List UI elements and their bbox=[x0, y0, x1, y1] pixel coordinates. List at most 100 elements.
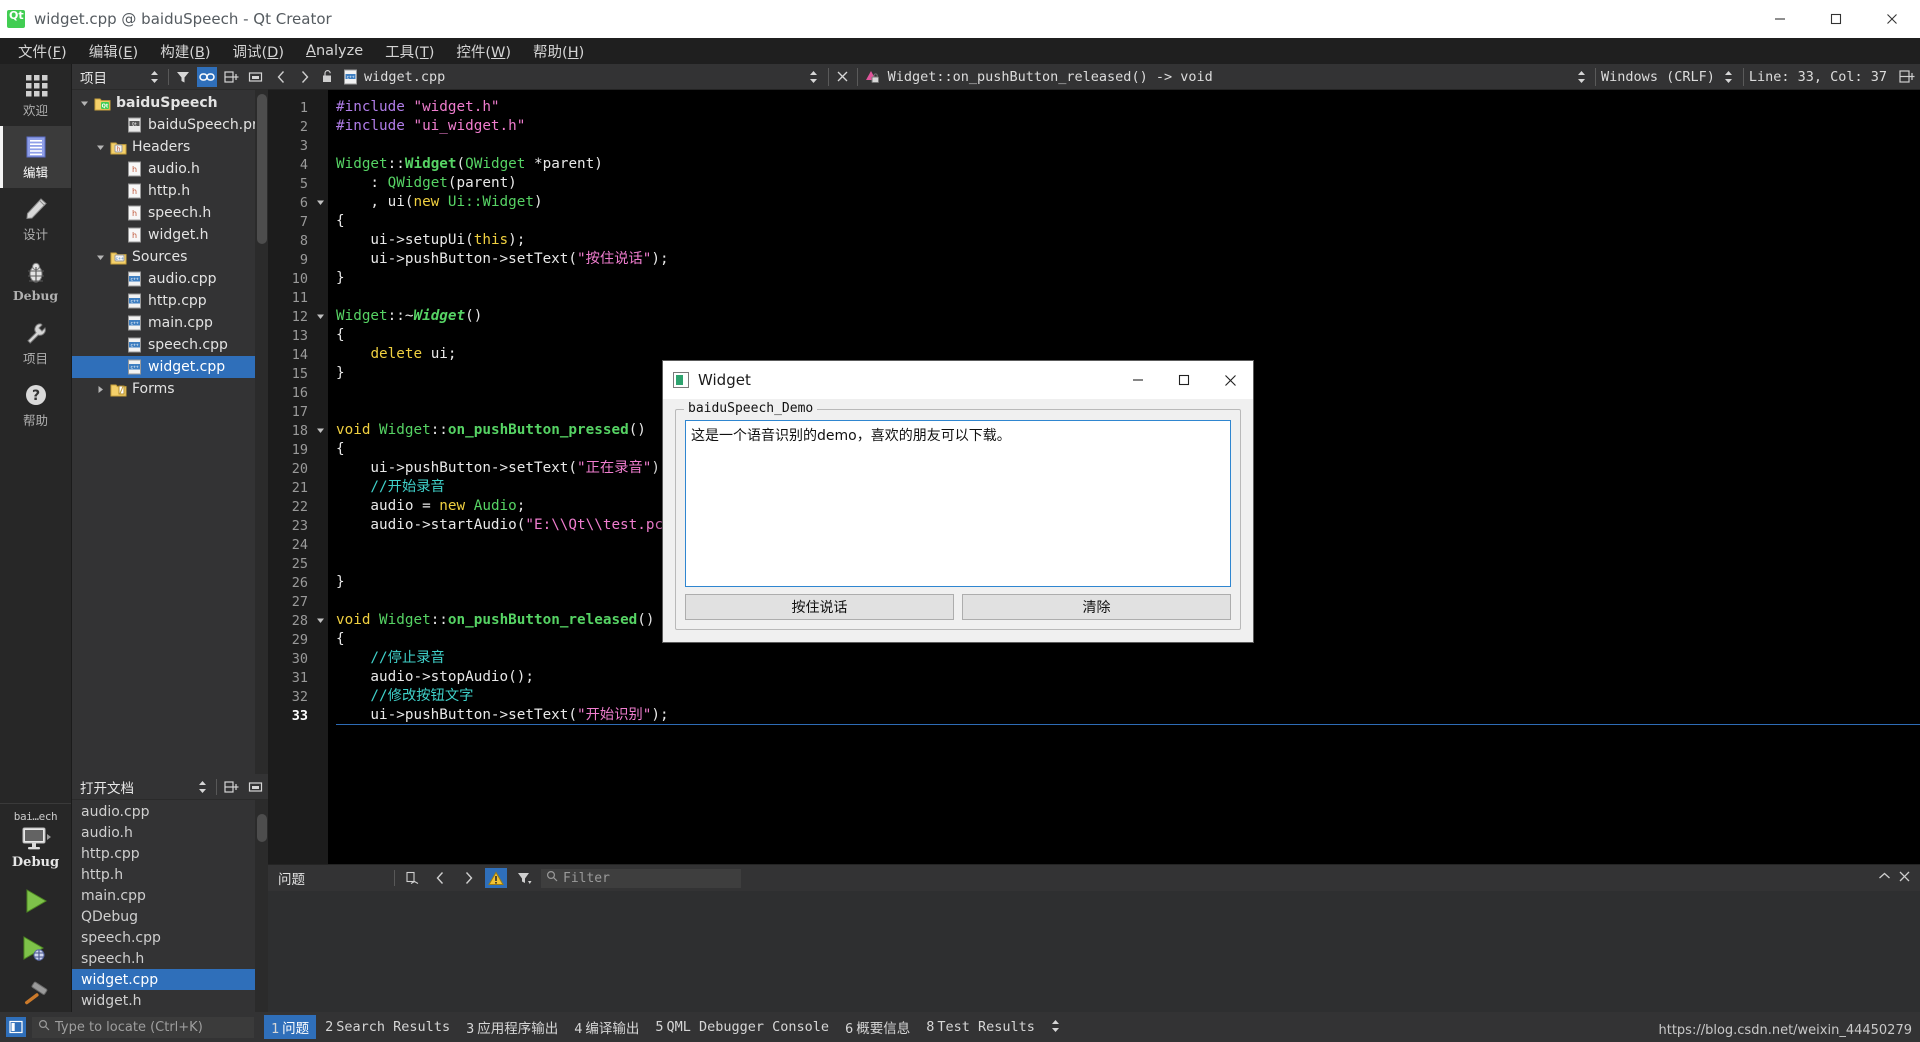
tree-item-audio.cpp[interactable]: c++ audio.cpp bbox=[72, 268, 268, 290]
mode-帮助[interactable]: ? 帮助 bbox=[0, 374, 71, 436]
project-tree[interactable]: Qt baiduSpeech Qt baiduSpeech.pro h Headers h a… bbox=[72, 90, 268, 774]
open-document-http.h[interactable]: http.h bbox=[72, 864, 268, 885]
open-document-speech.cpp[interactable]: speech.cpp bbox=[72, 927, 268, 948]
funnel-icon[interactable] bbox=[513, 868, 535, 888]
sidebar-toggle-icon[interactable] bbox=[6, 1017, 26, 1037]
tree-item-Headers[interactable]: h Headers bbox=[72, 136, 268, 158]
kit-selector[interactable]: bai…ech Debug bbox=[0, 803, 71, 870]
open-document-widget.h[interactable]: widget.h bbox=[72, 990, 268, 1011]
code-line[interactable]: audio->stopAudio(); bbox=[336, 668, 1920, 687]
output-tab-QML Debugger Console[interactable]: 5 QML Debugger Console bbox=[648, 1017, 836, 1037]
open-document-http.cpp[interactable]: http.cpp bbox=[72, 843, 268, 864]
maximize-icon[interactable] bbox=[1161, 361, 1207, 399]
locator-input[interactable]: Type to locate (Ctrl+K) bbox=[32, 1016, 254, 1038]
push-to-talk-button[interactable]: 按住说话 bbox=[685, 594, 954, 620]
tree-item-Forms[interactable]: Forms bbox=[72, 378, 268, 400]
output-tab-概要信息[interactable]: 6 概要信息 bbox=[838, 1015, 917, 1039]
unlocked-icon[interactable] bbox=[318, 67, 336, 87]
minimize-icon[interactable] bbox=[1115, 361, 1161, 399]
fold-toggle-icon[interactable] bbox=[312, 193, 328, 212]
open-document-speech.h[interactable]: speech.h bbox=[72, 948, 268, 969]
close-icon[interactable] bbox=[1899, 871, 1910, 885]
minimize-icon[interactable] bbox=[1752, 0, 1808, 38]
editor-file-name[interactable]: widget.cpp bbox=[364, 69, 445, 85]
open-document-audio.cpp[interactable]: audio.cpp bbox=[72, 801, 268, 822]
code-line[interactable]: ui->pushButton->setText("开始识别"); bbox=[336, 706, 1920, 725]
code-line[interactable]: Widget::~Widget() bbox=[336, 307, 1920, 326]
chevron-down-icon[interactable] bbox=[92, 253, 108, 262]
code-line[interactable]: #include "ui_widget.h" bbox=[336, 117, 1920, 136]
split-icon[interactable] bbox=[221, 67, 241, 87]
updown-icon[interactable] bbox=[1720, 67, 1738, 87]
chevron-right-icon[interactable] bbox=[295, 67, 313, 87]
menu-item-3[interactable]: 调试(D) bbox=[223, 38, 295, 65]
widget-dialog[interactable]: Widget baiduSpeech_Demo 这是一个语音识别的demo，喜欢… bbox=[662, 360, 1254, 643]
maximize-icon[interactable] bbox=[1808, 0, 1864, 38]
updown-icon[interactable] bbox=[1050, 1018, 1061, 1037]
minimize-dock-icon[interactable] bbox=[245, 67, 265, 87]
tree-item-widget.h[interactable]: h widget.h bbox=[72, 224, 268, 246]
editor-symbol-name[interactable]: Widget::on_pushButton_released() -> void bbox=[888, 69, 1213, 85]
tree-item-http.h[interactable]: h http.h bbox=[72, 180, 268, 202]
fold-toggle-icon[interactable] bbox=[312, 307, 328, 326]
menu-item-4[interactable]: Analyze bbox=[296, 40, 373, 62]
chevron-down-icon[interactable] bbox=[92, 143, 108, 152]
run-button[interactable] bbox=[17, 884, 55, 918]
tree-item-speech.cpp[interactable]: c++ speech.cpp bbox=[72, 334, 268, 356]
mode-欢迎[interactable]: 欢迎 bbox=[0, 64, 71, 126]
code-line[interactable]: { bbox=[336, 212, 1920, 231]
tree-item-speech.h[interactable]: h speech.h bbox=[72, 202, 268, 224]
code-line[interactable]: //修改按钮文字 bbox=[336, 687, 1920, 706]
close-icon[interactable] bbox=[834, 67, 852, 87]
line-ending-selector[interactable]: Windows (CRLF) bbox=[1601, 69, 1715, 85]
output-tab-问题[interactable]: 1 问题 bbox=[264, 1015, 317, 1039]
code-line[interactable]: ui->pushButton->setText("按住说话"); bbox=[336, 250, 1920, 269]
warning-triangle-icon[interactable] bbox=[485, 868, 507, 888]
mode-Debug[interactable]: Debug bbox=[0, 250, 71, 312]
menu-item-7[interactable]: 帮助(H) bbox=[523, 38, 594, 65]
menu-item-1[interactable]: 编辑(E) bbox=[79, 38, 149, 65]
chevron-up-icon[interactable] bbox=[1878, 871, 1891, 885]
mode-项目[interactable]: 项目 bbox=[0, 312, 71, 374]
tree-item-widget.cpp[interactable]: c++ widget.cpp bbox=[72, 356, 268, 378]
updown-icon[interactable] bbox=[1572, 67, 1590, 87]
tree-item-audio.h[interactable]: h audio.h bbox=[72, 158, 268, 180]
output-tab-Search Results[interactable]: 2 Search Results bbox=[318, 1017, 457, 1037]
tree-item-baiduSpeech[interactable]: Qt baiduSpeech bbox=[72, 92, 268, 114]
code-line[interactable]: } bbox=[336, 269, 1920, 288]
tree-item-main.cpp[interactable]: c++ main.cpp bbox=[72, 312, 268, 334]
chevron-left-icon[interactable] bbox=[429, 868, 451, 888]
code-line[interactable] bbox=[336, 136, 1920, 155]
open-document-QDebug[interactable]: QDebug bbox=[72, 906, 268, 927]
mode-设计[interactable]: 设计 bbox=[0, 188, 71, 250]
open-documents-list[interactable]: audio.cpp audio.h http.cpp http.h main.cpp QD… bbox=[72, 800, 268, 1012]
open-document-main.cpp[interactable]: main.cpp bbox=[72, 885, 268, 906]
chevron-down-icon[interactable] bbox=[76, 99, 92, 108]
funnel-icon[interactable] bbox=[173, 67, 193, 87]
code-line[interactable] bbox=[336, 288, 1920, 307]
fold-toggle-icon[interactable] bbox=[312, 611, 328, 630]
code-line[interactable]: : QWidget(parent) bbox=[336, 174, 1920, 193]
code-line[interactable]: Widget::Widget(QWidget *parent) bbox=[336, 155, 1920, 174]
code-line[interactable]: ui->setupUi(this); bbox=[336, 231, 1920, 250]
open-documents-scrollbar-thumb[interactable] bbox=[257, 814, 267, 842]
split-icon[interactable] bbox=[221, 777, 241, 797]
clear-button[interactable]: 清除 bbox=[962, 594, 1231, 620]
chevron-right-icon[interactable] bbox=[92, 385, 108, 394]
debug-button[interactable] bbox=[17, 931, 55, 965]
output-tab-应用程序输出[interactable]: 3 应用程序输出 bbox=[459, 1015, 565, 1039]
tree-item-http.cpp[interactable]: c++ http.cpp bbox=[72, 290, 268, 312]
updown-icon[interactable] bbox=[805, 67, 823, 87]
code-line[interactable]: //停止录音 bbox=[336, 649, 1920, 668]
code-line[interactable]: , ui(new Ui::Widget) bbox=[336, 193, 1920, 212]
project-tree-scroll-track[interactable] bbox=[255, 90, 268, 774]
issues-list[interactable] bbox=[268, 891, 1920, 1012]
updown-icon[interactable] bbox=[144, 67, 164, 87]
open-document-audio.h[interactable]: audio.h bbox=[72, 822, 268, 843]
menu-item-2[interactable]: 构建(B) bbox=[150, 38, 220, 65]
project-tree-scrollbar-thumb[interactable] bbox=[257, 94, 267, 244]
close-icon[interactable] bbox=[1864, 0, 1920, 38]
open-documents-scroll-track[interactable] bbox=[255, 800, 268, 1012]
tree-item-Sources[interactable]: c++ Sources bbox=[72, 246, 268, 268]
split-add-icon[interactable] bbox=[1898, 67, 1916, 87]
